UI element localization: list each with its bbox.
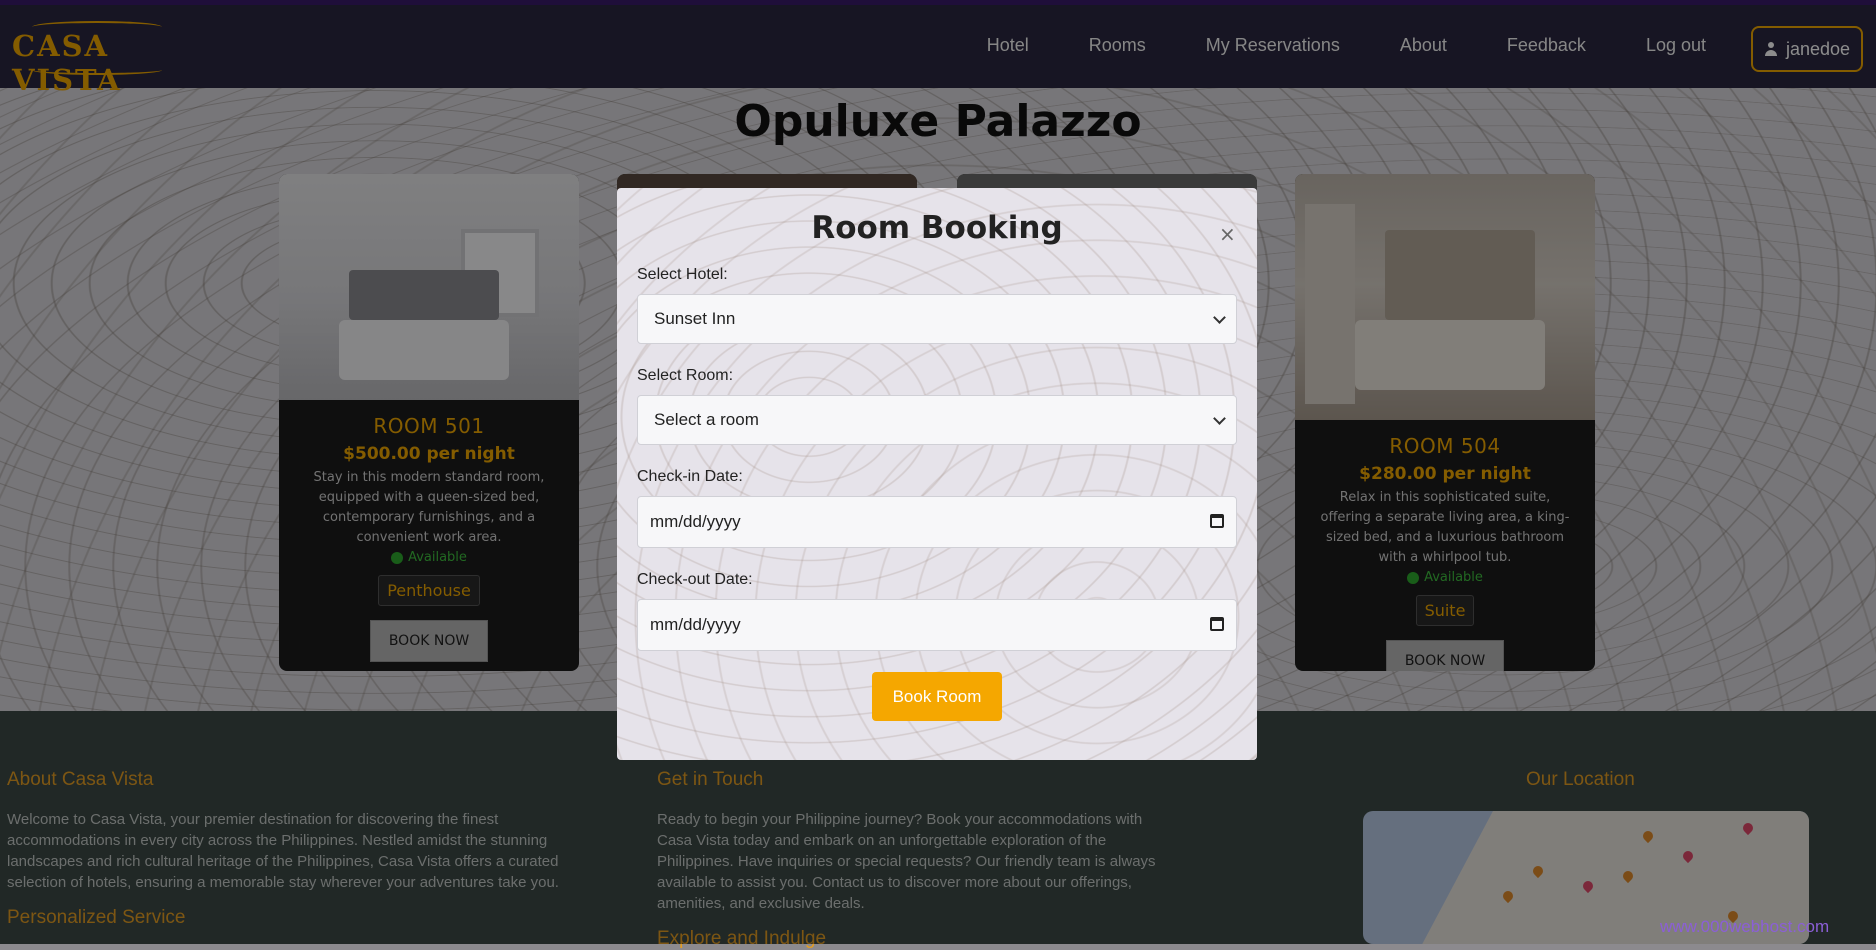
chevron-down-icon [1213,311,1226,324]
room-select-value: Select a room [654,410,759,429]
room-booking-modal: Room Booking × Select Hotel: Sunset Inn … [617,188,1257,760]
room-select-label: Select Room: [637,367,734,384]
hotel-select[interactable]: Sunset Inn [637,294,1237,344]
chevron-down-icon [1213,412,1226,425]
host-watermark[interactable]: www.000webhost.com [1660,917,1829,937]
checkin-date-input[interactable]: mm/dd/yyyy [637,496,1237,548]
checkout-date-input[interactable]: mm/dd/yyyy [637,599,1237,651]
hotel-select-label: Select Hotel: [637,266,728,283]
checkin-date-value: mm/dd/yyyy [650,512,741,531]
hotel-select-value: Sunset Inn [654,309,736,328]
calendar-icon[interactable] [1210,514,1224,528]
checkout-date-value: mm/dd/yyyy [650,615,741,634]
modal-title: Room Booking [811,210,1063,246]
room-select[interactable]: Select a room [637,395,1237,445]
close-icon[interactable]: × [1219,222,1236,246]
calendar-icon[interactable] [1210,617,1224,631]
book-room-button[interactable]: Book Room [872,672,1002,721]
checkout-date-label: Check-out Date: [637,571,753,588]
checkin-date-label: Check-in Date: [637,468,743,485]
